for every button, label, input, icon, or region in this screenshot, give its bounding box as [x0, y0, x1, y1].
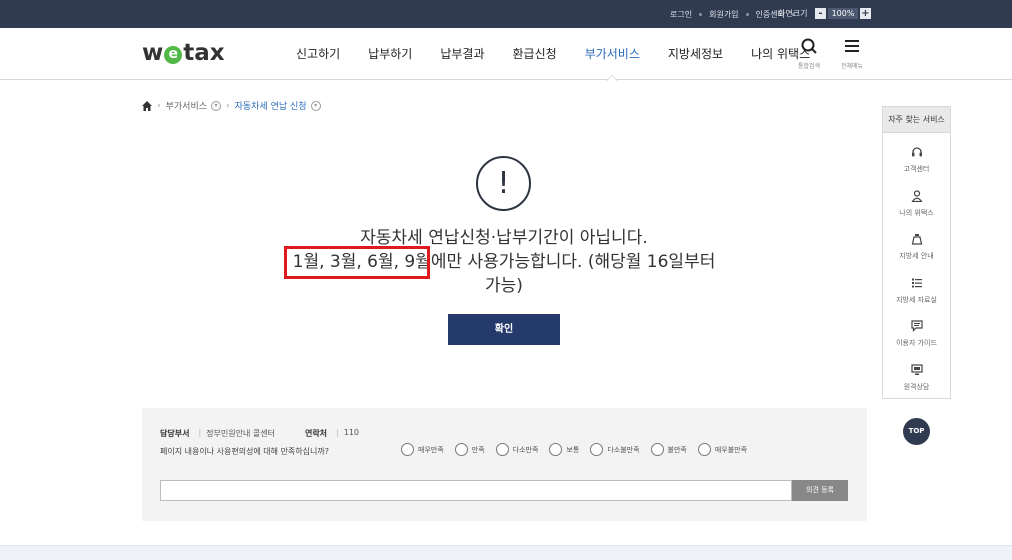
quick-item-user-guide[interactable]: 이용자 가이드 [883, 307, 950, 351]
quick-item-customer-center[interactable]: 고객센터 [883, 133, 950, 177]
satisfaction-survey: 담당부서 | 정부민원안내 콜센터 연락처 | 110 페이지 내용이나 사용편… [142, 408, 867, 521]
quick-item-label: 이용자 가이드 [896, 339, 937, 347]
separator-dot [699, 12, 703, 16]
zoom-control: - 100% + [815, 7, 871, 20]
nav-item-extra-services[interactable]: 부가서비스 [584, 28, 640, 81]
divider: | [198, 428, 202, 437]
nav-item-pay-result[interactable]: 납부결과 [440, 28, 484, 80]
breadcrumb-level1[interactable]: 부가서비스 [166, 99, 207, 112]
survey-option-neutral[interactable]: 보통 [549, 443, 579, 456]
quick-item-remote-support[interactable]: 원격상담 [883, 351, 950, 395]
quick-menu: 자주 찾는 서비스 고객센터 나의 위택스 지방세 안내 지방세 자료실 이용자… [882, 106, 951, 399]
list-icon [911, 278, 922, 287]
option-label: 다소불만족 [607, 445, 640, 454]
chevron-right-icon: › [157, 100, 161, 111]
opinion-input[interactable] [160, 480, 792, 501]
nav-item-refund[interactable]: 환급신청 [513, 28, 557, 80]
zoom-value: 100% [828, 8, 858, 19]
scroll-top-button[interactable]: TOP [903, 418, 930, 445]
survey-question: 페이지 내용이나 사용편의성에 대해 만족하십니까? [160, 447, 329, 456]
monitor-icon [910, 363, 923, 375]
full-menu-button[interactable]: 전체메뉴 [834, 38, 870, 70]
hamburger-icon [845, 40, 859, 52]
breadcrumb-level2[interactable]: 자동차세 연납 신청 [235, 99, 307, 112]
survey-option-somewhat-satisfied[interactable]: 다소만족 [495, 443, 539, 456]
logo-tax: tax [183, 40, 225, 66]
submit-opinion-button[interactable]: 의견 등록 [792, 480, 848, 501]
money-bag-icon [911, 234, 922, 245]
logo-e-mark: e [164, 46, 183, 64]
nav-item-pay[interactable]: 납부하기 [368, 28, 412, 80]
dept-label: 담당부서 [160, 429, 190, 438]
wetax-logo[interactable]: w e tax [142, 40, 225, 66]
radio-button[interactable] [697, 443, 711, 456]
contact-label: 연락처 [304, 429, 328, 438]
survey-option-dissatisfied[interactable]: 불만족 [650, 443, 687, 456]
quick-menu-title: 자주 찾는 서비스 [883, 107, 950, 133]
option-label: 매우만족 [418, 445, 444, 454]
quick-item-my-wetax[interactable]: 나의 위택스 [883, 177, 950, 221]
search-caption: 통합검색 [797, 63, 821, 70]
nav-item-local-tax-info[interactable]: 지방세정보 [668, 28, 723, 80]
user-icon [910, 189, 923, 202]
survey-option-somewhat-dissatisfied[interactable]: 다소불만족 [590, 443, 640, 456]
zoom-in-button[interactable]: + [860, 8, 871, 19]
radio-button[interactable] [650, 443, 664, 456]
signup-link[interactable]: 회원가입 [709, 9, 738, 20]
chevron-down-icon[interactable]: ▾ [310, 100, 321, 111]
quick-item-label: 지방세 자료실 [896, 295, 937, 304]
active-caret [606, 75, 619, 81]
radio-button[interactable] [590, 443, 604, 456]
quick-item-label: 지방세 안내 [899, 252, 934, 260]
top-utility-bar: 로그인 회원가입 인증센터 화면크기 - 100% + [0, 0, 1012, 28]
quick-item-label: 나의 위택스 [899, 208, 934, 217]
search-icon [801, 38, 817, 54]
login-link[interactable]: 로그인 [670, 9, 692, 20]
survey-option-very-dissatisfied[interactable]: 매우불만족 [697, 443, 748, 456]
nav-item-extra-services-label: 부가서비스 [584, 47, 640, 61]
highlight-annotation-box [284, 246, 430, 279]
radio-button[interactable] [549, 443, 563, 456]
option-label: 보통 [566, 445, 580, 454]
breadcrumb: › 부가서비스 ▾ › 자동차세 연납 신청 ▾ [142, 99, 321, 112]
quick-item-local-tax-guide[interactable]: 지방세 안내 [883, 220, 950, 264]
home-icon[interactable] [142, 100, 152, 111]
confirm-button[interactable]: 확인 [448, 314, 560, 345]
survey-info-row: 담당부서 | 정부민원안내 콜센터 연락처 | 110 [160, 428, 359, 439]
survey-options: 매우만족 만족 다소만족 보통 다소불만족 불만족 매우불만족 [401, 443, 758, 456]
search-button[interactable]: 통합검색 [791, 38, 827, 70]
radio-button[interactable] [454, 443, 468, 456]
separator-dot [745, 12, 749, 16]
survey-option-satisfied[interactable]: 만족 [454, 443, 485, 456]
exclamation-icon: ! [476, 156, 531, 211]
radio-button[interactable] [401, 443, 414, 456]
chat-bubble-icon [910, 320, 923, 332]
quick-item-label: 고객센터 [903, 165, 930, 173]
logo-w: w [142, 40, 164, 66]
dept-value: 정부민원안내 콜센터 [206, 429, 275, 438]
survey-option-very-satisfied[interactable]: 매우만족 [401, 443, 444, 456]
nav-item-report[interactable]: 신고하기 [296, 28, 340, 80]
quick-item-label: 원격상담 [903, 382, 930, 391]
contact-value: 110 [343, 428, 360, 437]
main-nav: 신고하기 납부하기 납부결과 환급신청 부가서비스 지방세정보 나의 위택스 [282, 28, 824, 81]
zoom-label: 화면크기 [778, 9, 808, 18]
quick-item-local-tax-archive[interactable]: 지방세 자료실 [883, 264, 950, 308]
site-header: w e tax 신고하기 납부하기 납부결과 환급신청 부가서비스 지방세정보 나의… [0, 28, 1012, 81]
footer-strip [0, 545, 1012, 560]
headset-icon [911, 147, 922, 157]
divider: | [336, 428, 339, 437]
chevron-right-icon: › [226, 100, 230, 111]
radio-button[interactable] [495, 443, 509, 456]
chevron-down-icon[interactable]: ▾ [211, 100, 222, 111]
option-label: 다소만족 [512, 445, 539, 454]
menu-caption: 전체메뉴 [840, 63, 864, 70]
zoom-out-button[interactable]: - [815, 8, 826, 19]
option-label: 불만족 [667, 445, 687, 454]
option-label: 매우불만족 [714, 445, 748, 454]
option-label: 만족 [471, 445, 485, 454]
